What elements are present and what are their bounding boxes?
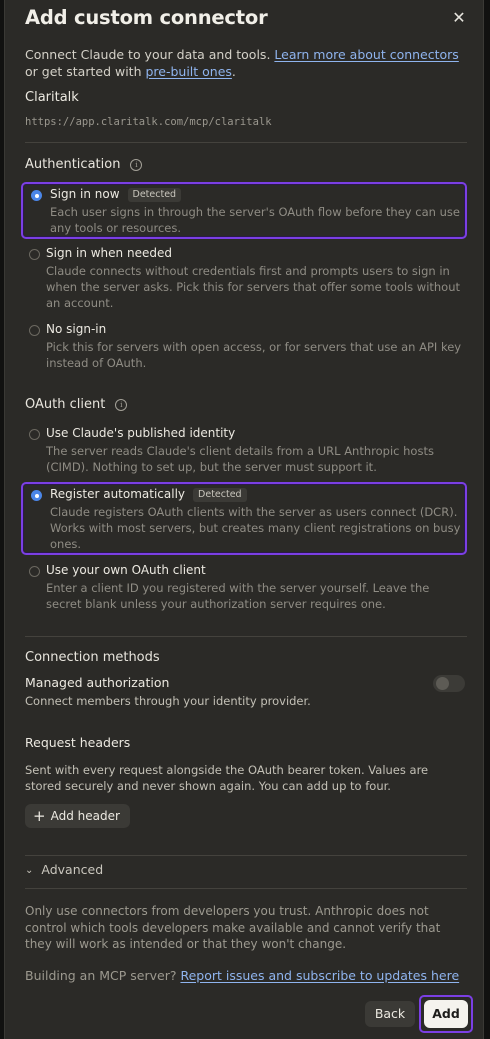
radio-unselected[interactable]: [29, 325, 40, 336]
option-description: Claude registers OAuth clients with the …: [50, 505, 461, 551]
connector-url: https://app.claritalk.com/mcp/claritalk: [25, 116, 272, 128]
close-icon[interactable]: ✕: [449, 8, 469, 28]
add-button[interactable]: Add: [424, 1000, 468, 1028]
managed-authorization-description: Connect members through your identity pr…: [25, 694, 311, 708]
managed-authorization-label: Managed authorization: [25, 675, 170, 690]
option-description: Enter a client ID you registered with th…: [46, 581, 430, 611]
chevron-down-icon: ⌄: [25, 865, 34, 876]
learn-more-link[interactable]: Learn more about connectors: [274, 47, 458, 62]
request-headers-description: Sent with every request alongside the OA…: [25, 763, 429, 793]
request-headers-title: Request headers: [25, 735, 131, 750]
option-label: Use your own OAuth client: [46, 563, 206, 577]
option-label-text: Sign in now: [50, 187, 120, 201]
radio-selected[interactable]: [31, 490, 42, 501]
mcp-server-note: Building an MCP server? Report issues an…: [25, 968, 459, 983]
detected-badge: Detected: [193, 488, 247, 502]
divider: [25, 636, 467, 637]
connection-methods-title: Connection methods: [25, 650, 160, 665]
option-description: The server reads Claude's client details…: [46, 444, 434, 474]
option-label: Sign in now Detected: [50, 187, 182, 202]
info-icon[interactable]: i: [130, 159, 143, 171]
authentication-title: Authentication i: [25, 157, 143, 172]
radio-selected[interactable]: [31, 190, 42, 201]
add-button-highlight: Add: [419, 995, 473, 1033]
radio-unselected[interactable]: [29, 429, 40, 440]
advanced-label: Advanced: [41, 862, 104, 877]
pre-built-link[interactable]: pre-built ones: [145, 64, 231, 79]
authentication-label: Authentication: [25, 157, 121, 172]
toggle-knob: [436, 677, 449, 690]
managed-authorization-toggle[interactable]: [433, 675, 465, 692]
oauth-option-register-automatically[interactable]: Register automatically Detected Claude re…: [21, 482, 467, 555]
back-button[interactable]: Back: [365, 1001, 415, 1027]
dialog-title: Add custom connector: [25, 6, 268, 29]
option-label: Use Claude's published identity: [46, 426, 236, 440]
intro-text-before: Connect Claude to your data and tools.: [25, 47, 275, 62]
add-connector-dialog: Add custom connector ✕ Connect Claude to…: [4, 0, 484, 1039]
auth-option-sign-in-now[interactable]: Sign in now Detected Each user signs in t…: [21, 182, 467, 239]
intro-text: Connect Claude to your data and tools. L…: [25, 46, 465, 80]
option-description: Pick this for servers with open access, …: [46, 340, 462, 370]
option-label: Sign in when needed: [46, 246, 172, 260]
oauth-client-label: OAuth client: [25, 397, 106, 412]
info-icon[interactable]: i: [115, 399, 128, 411]
radio-unselected[interactable]: [29, 249, 40, 260]
advanced-toggle[interactable]: ⌄ Advanced: [25, 862, 103, 877]
report-issues-link[interactable]: Report issues and subscribe to updates h…: [180, 968, 459, 983]
plus-icon: +: [33, 807, 46, 825]
auth-option-no-sign-in[interactable]: No sign-in Pick this for servers with op…: [21, 320, 467, 372]
intro-text-after: .: [231, 64, 236, 79]
add-header-label: Add header: [50, 809, 120, 823]
add-header-button[interactable]: + Add header: [25, 804, 130, 828]
divider: [25, 888, 467, 889]
divider: [25, 142, 467, 143]
auth-option-sign-in-when-needed[interactable]: Sign in when needed Claude connects with…: [21, 244, 467, 314]
oauth-option-own-client[interactable]: Use your own OAuth client Enter a client…: [21, 561, 467, 613]
mcp-server-prefix: Building an MCP server?: [25, 968, 181, 983]
radio-unselected[interactable]: [29, 566, 40, 577]
connector-name: Claritalk: [25, 90, 79, 105]
detected-badge: Detected: [127, 188, 182, 202]
option-label: Register automatically Detected: [50, 487, 247, 502]
trust-disclaimer: Only use connectors from developers you …: [25, 904, 441, 951]
oauth-option-published-identity[interactable]: Use Claude's published identity The serv…: [21, 424, 467, 478]
option-label-text: Register automatically: [50, 487, 186, 501]
option-description: Claude connects without credentials firs…: [46, 264, 461, 310]
divider: [25, 855, 467, 856]
option-description: Each user signs in through the server's …: [50, 205, 460, 235]
option-label: No sign-in: [46, 322, 107, 336]
intro-text-middle: or get started with: [25, 64, 146, 79]
oauth-client-title: OAuth client i: [25, 397, 128, 412]
